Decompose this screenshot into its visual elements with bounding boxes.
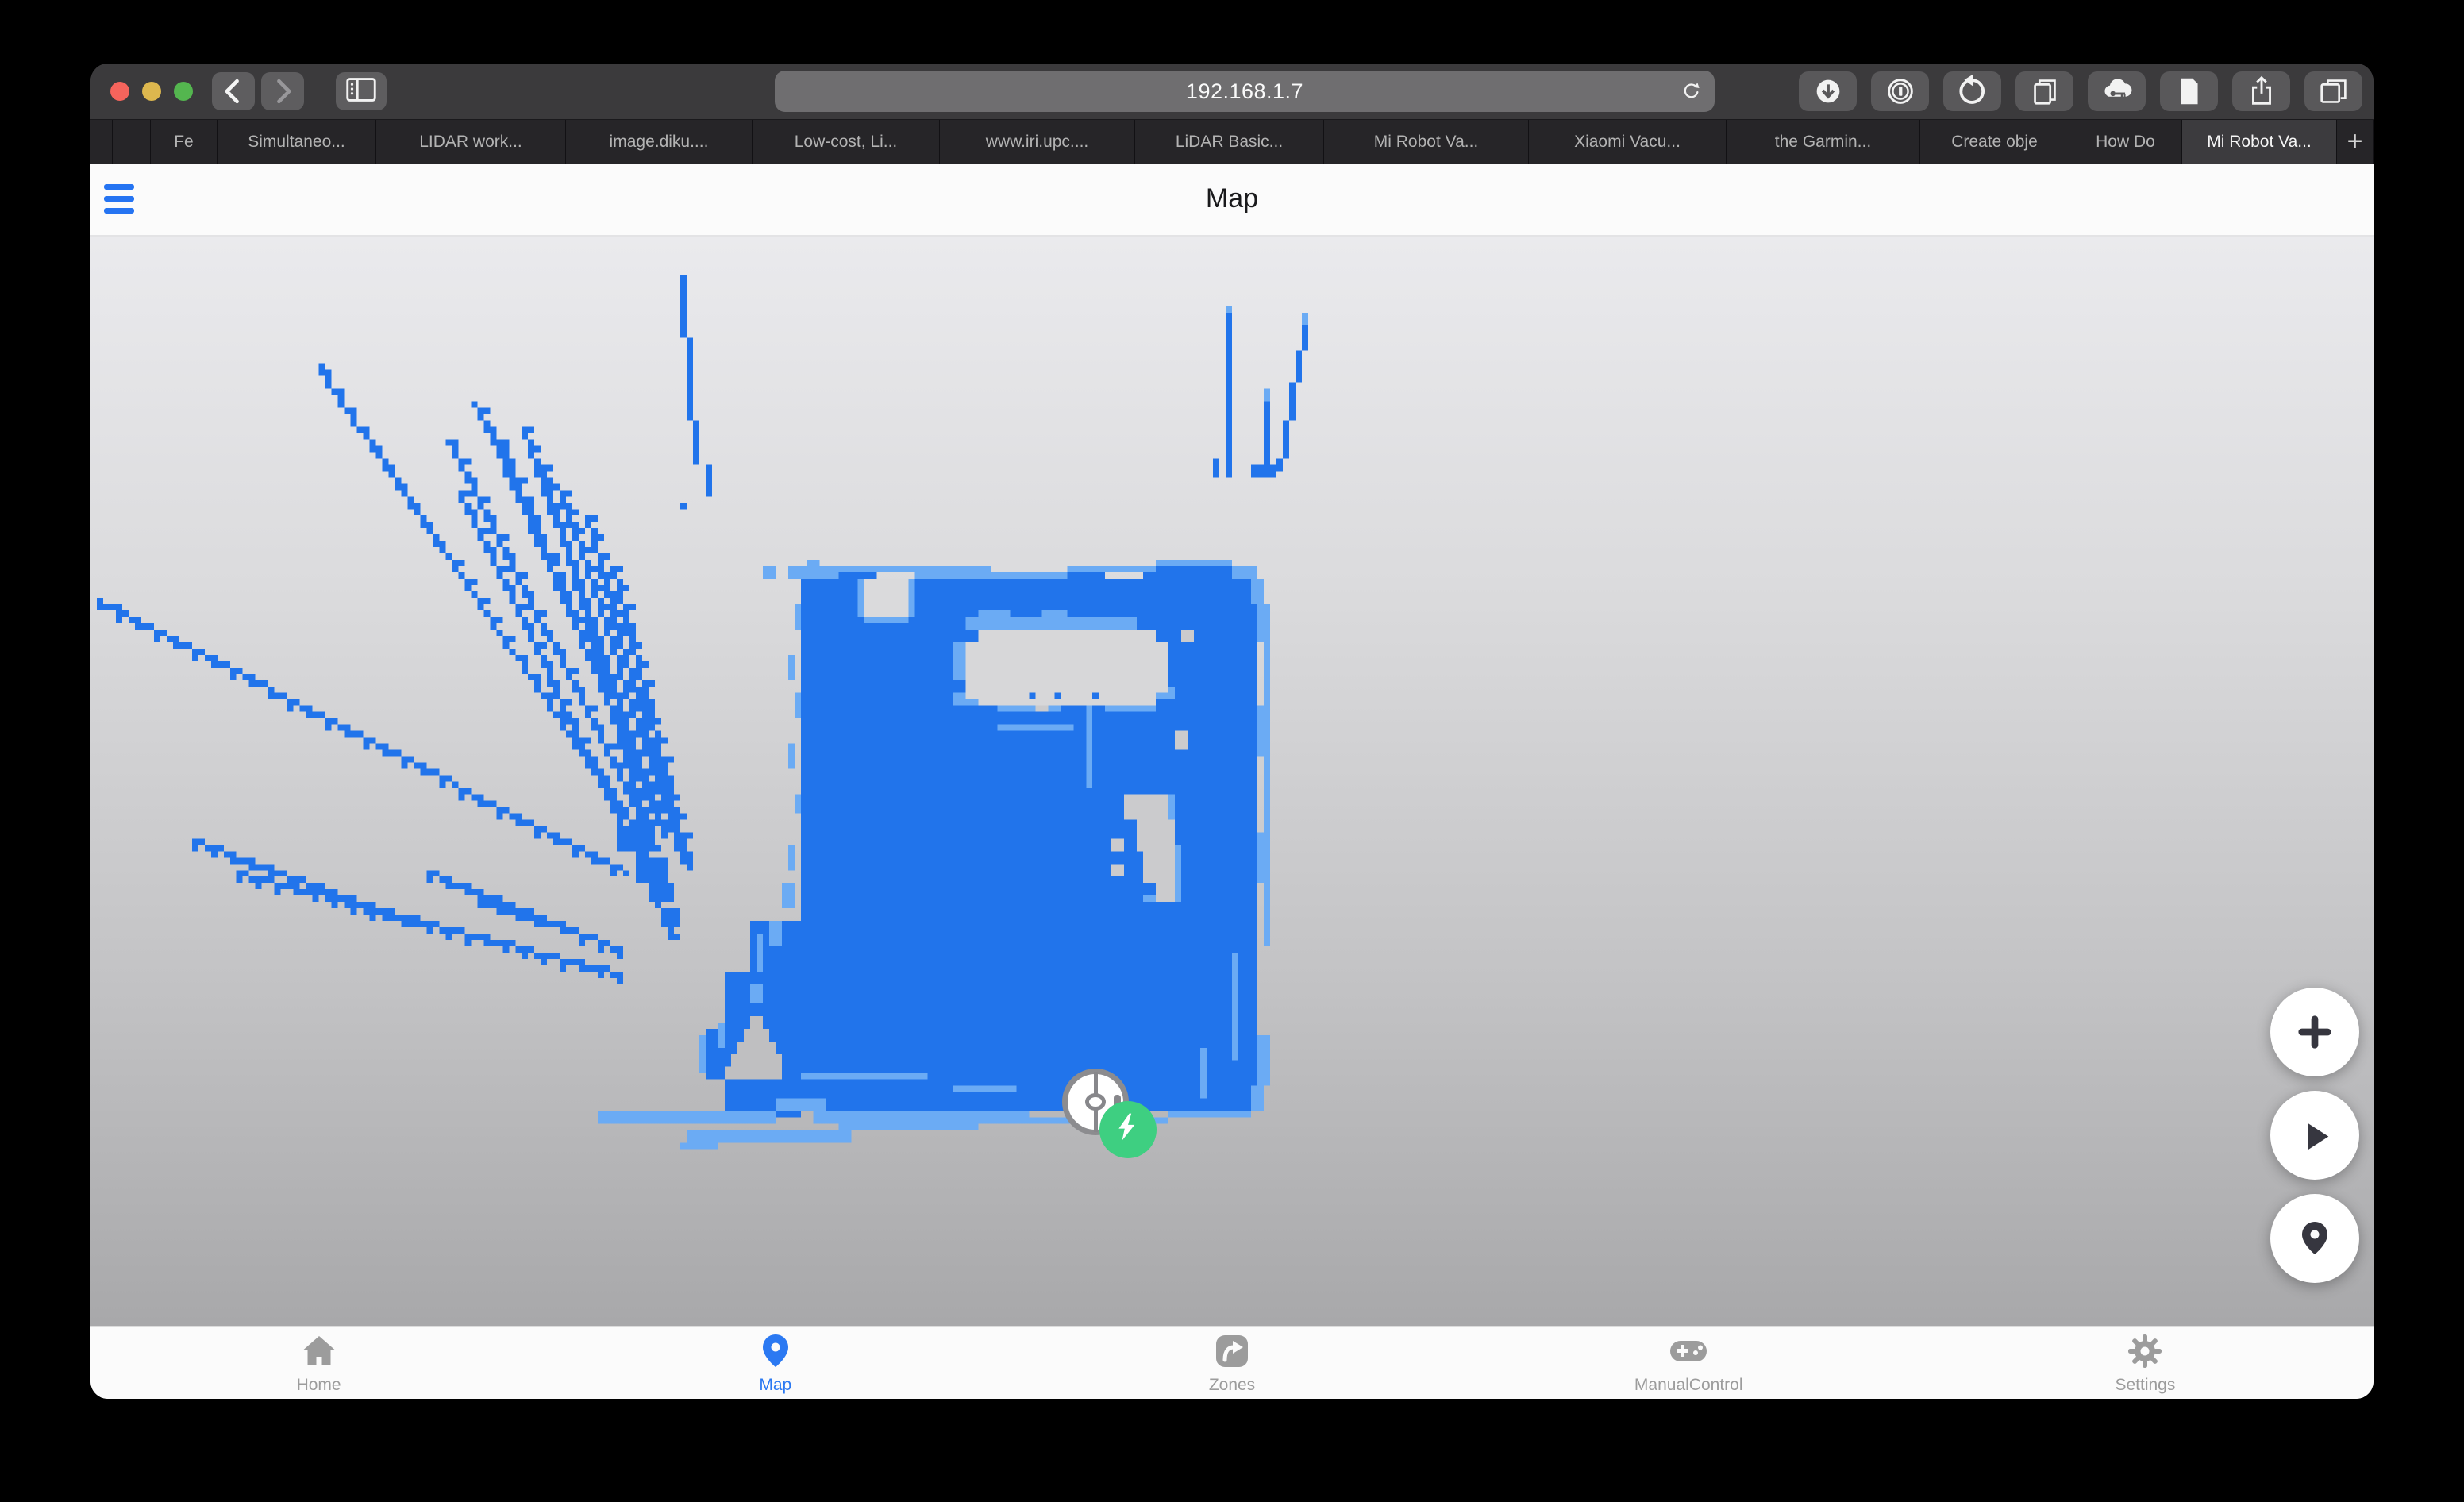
back-button[interactable] bbox=[212, 72, 255, 110]
pages-icon bbox=[2033, 79, 2056, 105]
zones-icon bbox=[1213, 1332, 1251, 1374]
browser-tab[interactable]: image.diku.... bbox=[566, 120, 753, 164]
browser-tab[interactable]: LIDAR work... bbox=[376, 120, 566, 164]
browser-tab[interactable]: the Garmin... bbox=[1727, 120, 1920, 164]
browser-toolbar: 192.168.1.7 bbox=[90, 64, 2374, 119]
sidebar-toggle-button[interactable] bbox=[336, 72, 387, 110]
play-icon bbox=[2308, 1123, 2329, 1150]
download-circle-icon bbox=[1816, 79, 1839, 103]
browser-tab[interactable]: Create obje bbox=[1920, 120, 2069, 164]
tab-overview-button[interactable] bbox=[2304, 71, 2362, 111]
address-bar[interactable]: 192.168.1.7 bbox=[775, 71, 1715, 112]
bottom-nav: Home Map Zones ManualControl Settings bbox=[90, 1326, 2374, 1399]
gamepad-icon bbox=[1668, 1332, 1709, 1374]
nav-item-manualcontrol[interactable]: ManualControl bbox=[1461, 1327, 1917, 1399]
nav-item-home[interactable]: Home bbox=[90, 1327, 547, 1399]
document-icon bbox=[2180, 78, 2198, 105]
forward-chevron-icon bbox=[277, 79, 291, 104]
nav-item-settings[interactable]: Settings bbox=[1917, 1327, 2374, 1399]
browser-tab[interactable] bbox=[90, 120, 113, 164]
robot-lidar-turret bbox=[1085, 1093, 1106, 1111]
gear-icon bbox=[2126, 1332, 2164, 1374]
browser-tab[interactable]: www.iri.upc.... bbox=[940, 120, 1135, 164]
browser-tab[interactable]: LiDAR Basic... bbox=[1135, 120, 1324, 164]
nav-item-map[interactable]: Map bbox=[547, 1327, 1003, 1399]
forward-button[interactable] bbox=[261, 72, 304, 110]
goto-location-fab[interactable] bbox=[2270, 1194, 2359, 1283]
traffic-lights bbox=[110, 82, 193, 101]
url-text: 192.168.1.7 bbox=[1185, 79, 1304, 103]
fab-stack bbox=[2270, 988, 2359, 1283]
map-canvas[interactable] bbox=[90, 237, 2374, 1326]
duplicate-tab-button[interactable] bbox=[2015, 71, 2073, 111]
downloads-button[interactable] bbox=[1799, 71, 1857, 111]
home-icon bbox=[300, 1332, 338, 1374]
cloud-key-icon bbox=[2104, 79, 2131, 98]
browser-tab[interactable]: Simultaneo... bbox=[218, 120, 376, 164]
tabs-icon bbox=[2320, 79, 2347, 103]
cloud-key-extension-button[interactable] bbox=[2088, 71, 2146, 111]
maximize-button[interactable] bbox=[174, 82, 193, 101]
map-area[interactable] bbox=[90, 237, 2374, 1326]
browser-tab[interactable]: How Do bbox=[2069, 120, 2182, 164]
browser-tab-active[interactable]: Mi Robot Va... bbox=[2182, 120, 2337, 164]
page-title: Map bbox=[1205, 183, 1259, 214]
new-tab-button[interactable]: + bbox=[2337, 120, 2374, 164]
reader-document-button[interactable] bbox=[2160, 71, 2218, 111]
browser-tab[interactable]: Fe bbox=[151, 120, 218, 164]
charger-marker[interactable] bbox=[1099, 1101, 1157, 1158]
safari-window: 192.168.1.7 Fe Simultaneo... LIDAR work...… bbox=[90, 64, 2374, 1399]
tab-bar: Fe Simultaneo... LIDAR work... image.diku..… bbox=[90, 119, 2374, 164]
pin-icon bbox=[2302, 1222, 2327, 1254]
history-back-button[interactable] bbox=[1943, 71, 2001, 111]
share-icon bbox=[2251, 75, 2271, 105]
close-button[interactable] bbox=[110, 82, 129, 101]
desktop: { "browser": { "url": "192.168.1.7", "tr… bbox=[0, 0, 2464, 1502]
plus-icon bbox=[2298, 1015, 2331, 1049]
nav-item-zones[interactable]: Zones bbox=[1003, 1327, 1460, 1399]
password-manager-button[interactable] bbox=[1871, 71, 1929, 111]
browser-tab[interactable] bbox=[113, 120, 151, 164]
back-chevron-icon bbox=[225, 79, 239, 104]
app-header: Map bbox=[90, 164, 2374, 237]
browser-tab[interactable]: Mi Robot Va... bbox=[1324, 120, 1529, 164]
charging-bolt-icon bbox=[1112, 1111, 1144, 1150]
pin-icon bbox=[757, 1332, 795, 1374]
nav-label: ManualControl bbox=[1634, 1375, 1743, 1394]
reload-button[interactable] bbox=[1681, 81, 1702, 102]
browser-tab[interactable]: Xiaomi Vacu... bbox=[1529, 120, 1727, 164]
nav-label: Settings bbox=[2115, 1375, 2176, 1394]
minimize-button[interactable] bbox=[142, 82, 161, 101]
nav-label: Home bbox=[296, 1375, 341, 1394]
web-content: Map Home Map Zones ManualControl Settings bbox=[90, 164, 2374, 1399]
browser-tab[interactable]: Low-cost, Li... bbox=[753, 120, 940, 164]
zoom-in-fab[interactable] bbox=[2270, 988, 2359, 1076]
nav-label: Map bbox=[759, 1375, 792, 1394]
toolbar-right-buttons bbox=[1799, 71, 2362, 111]
onepassword-icon bbox=[1887, 79, 1913, 104]
nav-buttons bbox=[212, 72, 304, 110]
start-cleaning-fab[interactable] bbox=[2270, 1091, 2359, 1180]
nav-label: Zones bbox=[1208, 1375, 1256, 1394]
rotate-ccw-icon bbox=[1958, 74, 1985, 104]
share-button[interactable] bbox=[2232, 71, 2290, 111]
sidebar-icon bbox=[343, 71, 379, 112]
